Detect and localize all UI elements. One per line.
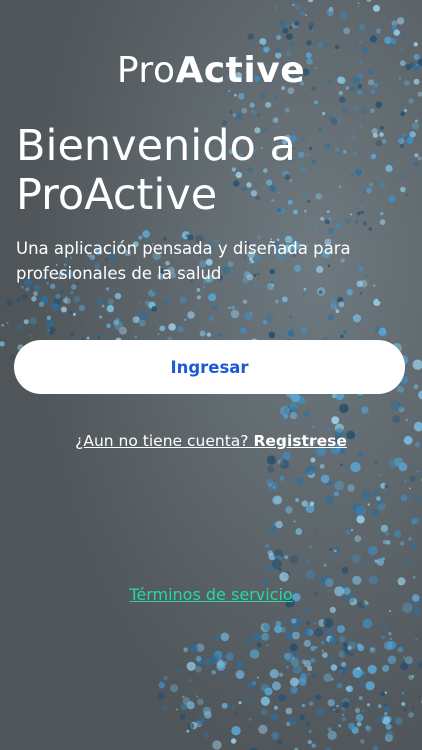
welcome-screen: ProActive Bienvenido a ProActive Una apl…	[0, 0, 422, 750]
logo-text-light: Pro	[116, 50, 176, 91]
welcome-subtitle: Una aplicación pensada y diseñada para p…	[16, 239, 351, 283]
app-logo: ProActive	[0, 50, 422, 91]
register-prompt: ¿Aun no tiene cuenta? Registrese	[0, 432, 422, 450]
login-button[interactable]: Ingresar	[14, 340, 405, 394]
register-link[interactable]: Registrese	[253, 432, 346, 450]
welcome-title: Bienvenido a ProActive	[16, 121, 296, 220]
terms-of-service-link[interactable]: Términos de servicio	[0, 585, 422, 604]
logo-text-bold: Active	[175, 50, 306, 91]
register-question: ¿Aun no tiene cuenta?	[75, 432, 249, 450]
